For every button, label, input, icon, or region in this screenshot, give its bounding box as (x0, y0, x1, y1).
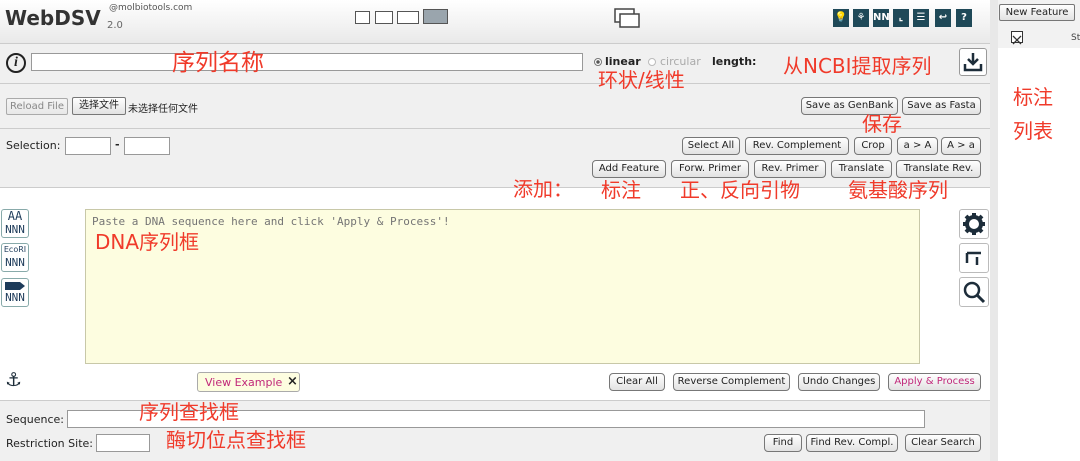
annotation-enzyme-search: 酶切位点查找框 (166, 428, 306, 452)
reload-file-button[interactable]: Reload File (6, 98, 68, 115)
clear-all-button[interactable]: Clear All (609, 373, 665, 391)
undo-changes-button[interactable]: Undo Changes (798, 373, 880, 391)
editor-area: AA NNN EcoRI NNN NNN ⚓ View Example × Cl… (0, 188, 990, 400)
clear-search-button[interactable]: Clear Search (905, 434, 981, 452)
annotation-add: 添加： (513, 177, 573, 201)
corner-icon[interactable]: ⌞ (893, 9, 909, 27)
dna-sequence-textarea[interactable] (85, 209, 920, 364)
corner-arrow-icon (965, 251, 981, 265)
app-brand: @molbiotools.com (109, 3, 193, 13)
gear-icon (963, 213, 985, 235)
annotation-feature-list-2: 列表 (1013, 119, 1053, 143)
restriction-site-label: Restriction Site: (6, 437, 93, 450)
annotation-primers: 正、反向引物 (680, 178, 800, 202)
enzyme-toggle-top: EcoRI (3, 245, 27, 254)
crop-button[interactable]: Crop (854, 137, 892, 155)
select-all-button[interactable]: Select All (682, 137, 740, 155)
layout-small-button[interactable] (355, 11, 370, 24)
file-row: Reload File 选择文件 未选择任何文件 Save as GenBank… (0, 84, 990, 129)
sequence-name-input[interactable] (31, 53, 583, 71)
layout-medium-button[interactable] (375, 11, 393, 24)
annotation-save: 保存 (862, 112, 902, 136)
annotation-sequence-name: 序列名称 (172, 50, 264, 76)
tree-icon[interactable]: ⚘ (853, 9, 869, 27)
length-label: length: (712, 55, 757, 68)
feature-toggle-icon[interactable]: NNN (1, 278, 29, 307)
translate-reverse-button[interactable]: Translate Rev. (896, 160, 981, 178)
download-icon (963, 53, 983, 72)
case-toggle-top: AA (7, 209, 23, 223)
add-feature-button[interactable]: Add Feature (592, 160, 666, 178)
feature-col-header: St (1071, 33, 1080, 43)
search-icon (963, 281, 986, 304)
to-upper-button[interactable]: a > A (897, 137, 938, 155)
annotation-amino-acid: 氨基酸序列 (848, 178, 948, 202)
goto-button[interactable] (959, 243, 989, 273)
annotation-feature: 标注 (601, 178, 641, 202)
selection-panel: Selection: - Select All Rev. Complement … (0, 129, 990, 188)
selection-label: Selection: (6, 139, 61, 152)
view-example-box[interactable]: View Example × (197, 372, 300, 392)
annotation-ncbi: 从NCBI提取序列 (783, 54, 932, 78)
app-title: WebDSV (5, 6, 101, 30)
list-icon[interactable]: ☰ (913, 9, 929, 27)
annotation-feature-list-1: 标注 (1013, 85, 1053, 109)
find-rev-compl-button[interactable]: Find Rev. Compl. (806, 434, 898, 452)
settings-button[interactable] (959, 209, 989, 239)
layout-large-button[interactable] (397, 11, 419, 24)
circular-radio[interactable] (648, 58, 656, 66)
header-bar: WebDSV @molbiotools.com 2.0 💡 ⚘ NN ⌞ ☰ ↩… (0, 0, 990, 44)
enzyme-toggle-bottom: NNN (5, 256, 25, 269)
help-icon[interactable]: ? (956, 9, 972, 27)
app-version: 2.0 (107, 20, 123, 31)
annotation-topology: 环状/线性 (598, 68, 685, 92)
annotation-dna-box: DNA序列框 (95, 230, 200, 254)
to-lower-button[interactable]: A > a (941, 137, 981, 155)
case-toggle-bottom: NNN (5, 223, 25, 236)
reverse-primer-button[interactable]: Rev. Primer (754, 160, 826, 178)
save-fasta-button[interactable]: Save as Fasta (902, 97, 981, 115)
forward-primer-button[interactable]: Forw. Primer (671, 160, 749, 178)
find-button[interactable]: Find (764, 434, 802, 452)
search-button[interactable] (959, 277, 989, 307)
new-feature-button[interactable]: New Feature (999, 4, 1075, 21)
no-file-label: 未选择任何文件 (128, 104, 198, 115)
feature-panel: New Feature St (990, 0, 1080, 461)
selection-dash: - (115, 138, 120, 151)
nn-icon-label: NN (873, 12, 890, 23)
apply-process-button[interactable]: Apply & Process (888, 373, 981, 391)
bulb-icon[interactable]: 💡 (833, 9, 849, 27)
linear-label: linear (605, 55, 641, 68)
selection-end-input[interactable] (124, 137, 170, 155)
rev-complement-button[interactable]: Rev. Complement (745, 137, 849, 155)
webdsv-app: WebDSV @molbiotools.com 2.0 💡 ⚘ NN ⌞ ☰ ↩… (0, 0, 1080, 461)
anchor-icon[interactable]: ⚓ (5, 369, 22, 391)
restriction-site-input[interactable] (96, 434, 150, 452)
download-ncbi-button[interactable] (959, 48, 987, 76)
linear-radio[interactable] (594, 58, 602, 66)
reverse-complement-button[interactable]: Reverse Complement (673, 373, 790, 391)
feature-arrow-icon (5, 282, 25, 290)
feature-list (998, 48, 1080, 461)
translate-button[interactable]: Translate (831, 160, 892, 178)
annotation-sequence-search: 序列查找框 (139, 400, 239, 424)
wrap-icon[interactable]: ↩ (935, 9, 951, 27)
nn-icon[interactable]: NN (873, 9, 890, 27)
enzyme-toggle-icon[interactable]: EcoRI NNN (1, 243, 29, 272)
select-all-features-checkbox[interactable] (1011, 31, 1023, 45)
layout-full-button[interactable] (423, 9, 448, 24)
selection-start-input[interactable] (65, 137, 111, 155)
case-toggle-icon[interactable]: AA NNN (1, 209, 29, 238)
view-example-close[interactable]: × (287, 374, 298, 389)
window-mode-icon[interactable] (614, 8, 641, 29)
circular-label: circular (660, 55, 701, 68)
feature-toggle-bottom: NNN (5, 291, 25, 304)
sequence-search-label: Sequence: (6, 413, 64, 426)
info-icon[interactable]: i (6, 53, 26, 73)
view-example-label[interactable]: View Example (205, 376, 282, 389)
choose-file-button[interactable]: 选择文件 (72, 97, 126, 115)
